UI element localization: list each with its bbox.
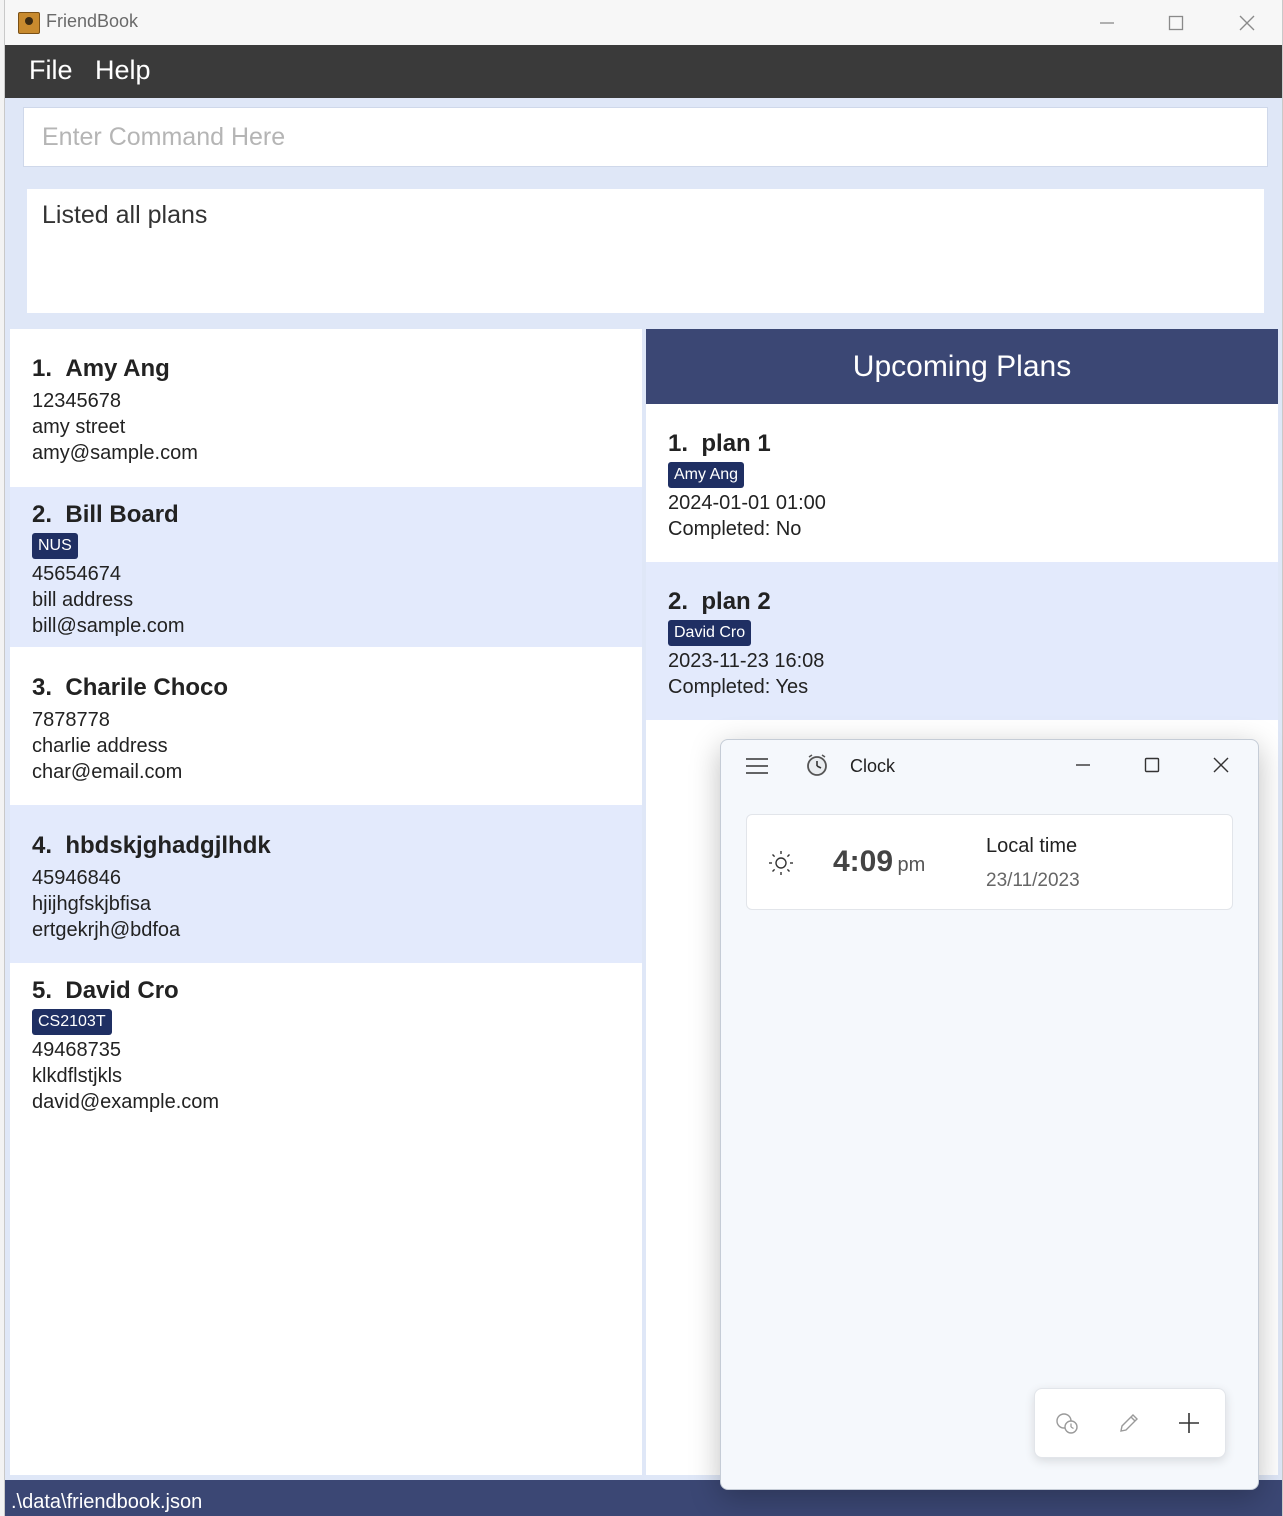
minimize-icon (1100, 21, 1114, 24)
person-phone: 45654674 (32, 563, 121, 585)
local-date: 23/11/2023 (986, 870, 1080, 891)
person-phone: 12345678 (32, 390, 121, 412)
clock-close-button[interactable] (1199, 750, 1243, 780)
compare-time-button[interactable] (1049, 1407, 1085, 1439)
local-time-card[interactable]: 4:09 pm Local time 23/11/2023 (746, 814, 1233, 910)
clock-time: 4:09 (833, 845, 894, 878)
save-location: .\data\friendbook.json (11, 1491, 203, 1513)
pencil-icon (1120, 1414, 1138, 1432)
local-time-label: Local time (986, 835, 1078, 857)
person-name: 3. Charile Choco (32, 674, 229, 701)
person-name: 1. Amy Ang (32, 355, 170, 382)
maximize-icon (1144, 757, 1160, 773)
person-email: david@example.com (32, 1091, 220, 1113)
maximize-icon (1168, 15, 1184, 30)
person-phone: 45946846 (32, 867, 121, 889)
person-email: bill@sample.com (32, 615, 185, 637)
plan-datetime: 2024-01-01 01:00 (668, 492, 826, 514)
person-email: char@email.com (32, 761, 183, 783)
person-card[interactable]: 4. hbdskjghadgjlhdk 45946846 hjijhgfskjb… (10, 805, 642, 963)
edit-button[interactable] (1111, 1407, 1147, 1439)
person-address: hjijhgfskjbfisa (32, 893, 151, 915)
clock-window[interactable]: Clock 4:09 pm Local time 23/11/2023 (720, 739, 1259, 1490)
menu-bar: File Help (5, 45, 1282, 98)
person-phone: 49468735 (32, 1039, 121, 1061)
app-icon (18, 12, 40, 34)
minimize-button[interactable] (1077, 0, 1137, 45)
world-clock-compare-icon (1056, 1413, 1078, 1434)
window-title: FriendBook (46, 11, 139, 31)
minimize-icon (1076, 764, 1090, 766)
result-text: Listed all plans (42, 201, 208, 229)
plan-friend-tag: David Cro (668, 620, 752, 646)
command-box (23, 107, 1268, 167)
plan-card[interactable]: 2. plan 2 David Cro 2023-11-23 16:08 Com… (646, 562, 1278, 720)
person-address: klkdflstjkls (32, 1065, 123, 1087)
person-tag: NUS (32, 533, 78, 559)
clock-toolbar (1034, 1388, 1226, 1458)
close-icon (1213, 757, 1229, 773)
plan-friend-tag: Amy Ang (668, 462, 745, 488)
plan-datetime: 2023-11-23 16:08 (668, 650, 825, 672)
time-display: 4:09 pm (833, 845, 925, 879)
clock-minimize-button[interactable] (1061, 750, 1105, 780)
plan-completed: Completed: No (668, 518, 802, 540)
person-list[interactable]: 1. Amy Ang 12345678 amy street amy@sampl… (10, 329, 642, 1475)
person-email: ertgekrjh@bdfoa (32, 919, 181, 941)
add-clock-button[interactable] (1171, 1407, 1207, 1439)
person-tag: CS2103T (32, 1009, 112, 1035)
sun-icon (767, 849, 795, 877)
person-email: amy@sample.com (32, 442, 198, 464)
plan-completed: Completed: Yes (668, 676, 809, 698)
menu-file[interactable]: File (29, 55, 73, 86)
person-name: 2. Bill Board (32, 501, 179, 528)
person-phone: 7878778 (32, 709, 110, 731)
person-card[interactable]: 1. Amy Ang 12345678 amy street amy@sampl… (10, 329, 642, 487)
result-display: Listed all plans (27, 189, 1264, 313)
clock-ampm: pm (897, 854, 926, 876)
clock-app-icon (804, 752, 830, 778)
maximize-button[interactable] (1146, 0, 1206, 45)
menu-help[interactable]: Help (95, 55, 151, 86)
plus-icon (1179, 1413, 1199, 1433)
plan-name: 1. plan 1 (668, 430, 771, 457)
command-input[interactable] (24, 108, 1244, 166)
person-address: bill address (32, 589, 134, 611)
clock-window-title: Clock (850, 756, 896, 776)
hamburger-menu-button[interactable] (743, 754, 771, 778)
close-button[interactable] (1217, 0, 1277, 45)
title-bar[interactable]: FriendBook (5, 0, 1282, 45)
plan-card[interactable]: 1. plan 1 Amy Ang 2024-01-01 01:00 Compl… (646, 404, 1278, 562)
plans-header: Upcoming Plans (646, 329, 1278, 404)
person-address: amy street (32, 416, 126, 438)
close-icon (1239, 15, 1255, 30)
hamburger-icon (746, 758, 768, 774)
clock-maximize-button[interactable] (1130, 750, 1174, 780)
person-name: 5. David Cro (32, 977, 179, 1004)
person-card[interactable]: 2. Bill Board NUS 45654674 bill address … (10, 487, 642, 647)
person-card[interactable]: 5. David Cro CS2103T 49468735 klkdflstjk… (10, 963, 642, 1123)
person-address: charlie address (32, 735, 168, 757)
plan-name: 2. plan 2 (668, 588, 771, 615)
person-name: 4. hbdskjghadgjlhdk (32, 832, 271, 859)
person-card[interactable]: 3. Charile Choco 7878778 charlie address… (10, 647, 642, 805)
